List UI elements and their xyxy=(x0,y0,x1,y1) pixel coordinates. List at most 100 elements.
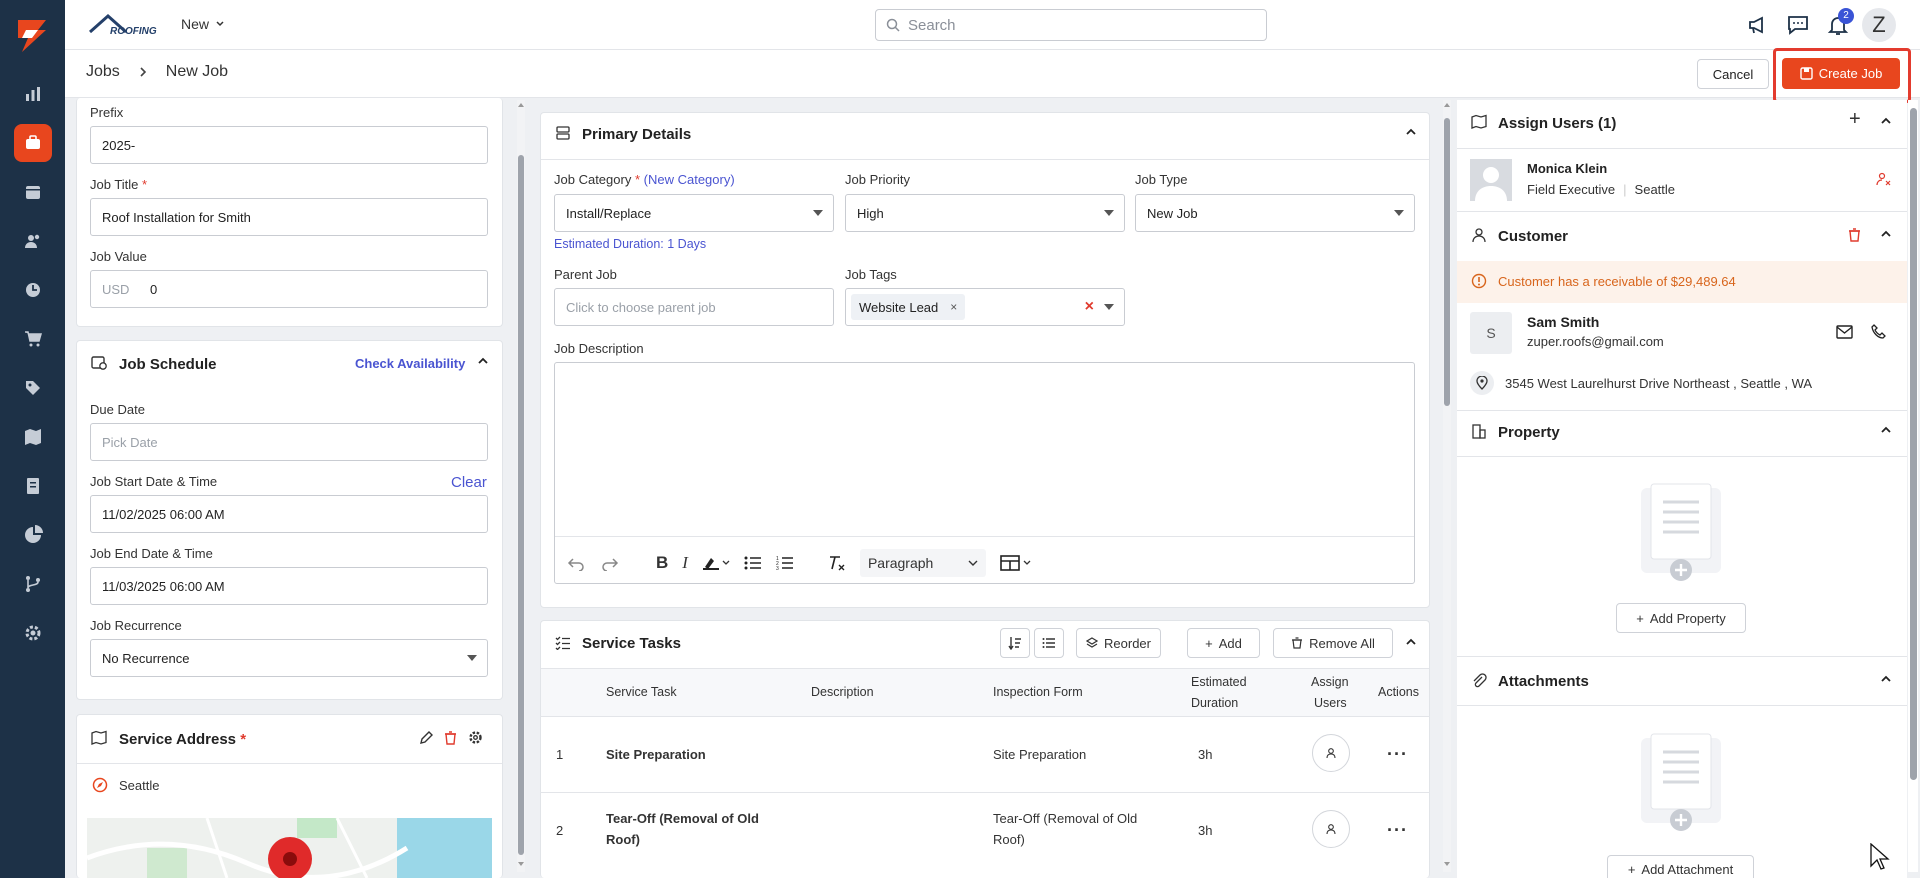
remove-tag-icon[interactable]: × xyxy=(950,300,957,314)
app-logo-icon[interactable] xyxy=(12,16,52,56)
editor-toolbar: B I 123 Paragraph xyxy=(566,549,1034,577)
remove-all-button[interactable]: Remove All xyxy=(1273,628,1393,658)
customer-title: Customer xyxy=(1498,228,1569,245)
bold-icon[interactable]: B xyxy=(656,553,668,573)
nav-invoice-icon[interactable] xyxy=(14,467,52,505)
redo-icon[interactable] xyxy=(600,555,620,571)
scroll-down-icon[interactable] xyxy=(1443,860,1451,868)
prefix-input[interactable]: 2025- xyxy=(90,126,488,164)
job-type-select[interactable]: New Job xyxy=(1135,194,1415,232)
row-inspection-form[interactable]: Tear-Off (Removal of Old xyxy=(993,811,1137,826)
divider xyxy=(1457,656,1907,657)
due-date-input[interactable]: Pick Date xyxy=(90,423,488,461)
highlight-icon[interactable] xyxy=(702,555,730,571)
nav-customers-icon[interactable] xyxy=(14,222,52,260)
scroll-up-icon[interactable] xyxy=(1443,101,1451,109)
table-icon[interactable] xyxy=(1000,555,1034,571)
scroll-up-icon[interactable] xyxy=(517,101,525,109)
scroll-down-icon[interactable] xyxy=(517,860,525,868)
more-actions-icon[interactable]: ··· xyxy=(1387,820,1408,841)
chevron-up-icon[interactable] xyxy=(1405,127,1417,137)
add-user-icon[interactable]: + xyxy=(1849,108,1861,131)
italic-icon[interactable]: I xyxy=(682,553,688,573)
divider xyxy=(1457,148,1907,149)
add-task-button[interactable]: + Add xyxy=(1187,628,1260,658)
mail-icon[interactable] xyxy=(1836,325,1853,339)
left-scrollbar-thumb[interactable] xyxy=(518,155,524,855)
trash-icon[interactable] xyxy=(443,730,458,745)
chevron-up-icon[interactable] xyxy=(477,356,489,366)
nav-settings-icon[interactable] xyxy=(14,614,52,652)
megaphone-icon[interactable] xyxy=(1746,13,1770,37)
customer-name[interactable]: Sam Smith xyxy=(1527,314,1599,330)
start-date-input[interactable]: 11/02/2025 06:00 AM xyxy=(90,495,488,533)
job-tags-select[interactable]: Website Lead × × xyxy=(845,288,1125,326)
nav-tag-icon[interactable] xyxy=(14,369,52,407)
nav-reports-icon[interactable] xyxy=(14,516,52,554)
edit-icon[interactable] xyxy=(419,730,434,745)
numbered-list-icon[interactable]: 123 xyxy=(776,555,794,571)
more-actions-icon[interactable]: ··· xyxy=(1387,744,1408,765)
separator: | xyxy=(1623,182,1627,197)
check-availability-link[interactable]: Check Availability xyxy=(355,356,465,371)
new-category-link[interactable]: (New Category) xyxy=(644,172,735,187)
list-view-icon[interactable] xyxy=(1034,628,1064,658)
add-attachment-button[interactable]: + Add Attachment xyxy=(1607,855,1754,878)
create-job-button[interactable]: Create Job xyxy=(1782,58,1900,89)
trash-icon[interactable] xyxy=(1847,227,1862,242)
chevron-up-icon[interactable] xyxy=(1880,425,1892,435)
nav-jobs-icon[interactable] xyxy=(14,124,52,162)
chat-icon[interactable] xyxy=(1786,13,1810,37)
row-number: 2 xyxy=(556,823,564,838)
chevron-up-icon[interactable] xyxy=(1880,674,1892,684)
row-inspection-form-line2[interactable]: Roof) xyxy=(993,832,1025,847)
clear-format-icon[interactable] xyxy=(828,555,846,571)
parent-job-input[interactable]: Click to choose parent job xyxy=(554,288,834,326)
reorder-button[interactable]: Reorder xyxy=(1076,628,1161,658)
breadcrumb-jobs-link[interactable]: Jobs xyxy=(86,63,120,81)
building-icon xyxy=(1472,424,1486,439)
remove-user-icon[interactable] xyxy=(1876,171,1892,187)
nav-workflow-icon[interactable] xyxy=(14,565,52,603)
job-value-input[interactable]: USD 0 xyxy=(90,270,488,308)
recurrence-select[interactable]: No Recurrence xyxy=(90,639,488,677)
job-category-select[interactable]: Install/Replace xyxy=(554,194,834,232)
nav-calendar-icon[interactable] xyxy=(14,173,52,211)
clear-start-link[interactable]: Clear xyxy=(451,474,487,491)
block-format-select[interactable]: Paragraph xyxy=(859,549,986,577)
nav-map-icon[interactable] xyxy=(14,418,52,456)
nav-timesheet-icon[interactable] xyxy=(14,271,52,309)
table-row[interactable] xyxy=(540,792,1430,878)
undo-icon[interactable] xyxy=(566,555,586,571)
svg-text:3: 3 xyxy=(776,566,779,571)
chevron-up-icon[interactable] xyxy=(1405,637,1417,647)
chevron-down-icon xyxy=(216,21,224,27)
service-tasks-title: Service Tasks xyxy=(582,635,681,652)
clear-tags-icon[interactable]: × xyxy=(1085,298,1094,316)
phone-icon[interactable] xyxy=(1871,324,1887,340)
assign-user-button[interactable] xyxy=(1312,810,1350,848)
search-input[interactable]: Search xyxy=(875,9,1267,41)
add-property-button[interactable]: + Add Property xyxy=(1616,603,1746,633)
user-avatar[interactable]: Z xyxy=(1862,8,1896,42)
sort-icon[interactable] xyxy=(1000,628,1030,658)
trash-icon xyxy=(1292,637,1303,649)
chevron-up-icon[interactable] xyxy=(1880,229,1892,239)
nav-dashboard-icon[interactable] xyxy=(14,75,52,113)
end-date-input[interactable]: 11/03/2025 06:00 AM xyxy=(90,567,488,605)
service-map[interactable] xyxy=(87,818,492,878)
main-scrollbar-thumb[interactable] xyxy=(1444,118,1450,406)
new-menu[interactable]: New xyxy=(181,16,225,32)
right-scrollbar-thumb[interactable] xyxy=(1910,108,1917,780)
brand-logo[interactable]: ROOFING xyxy=(88,12,160,37)
cancel-button[interactable]: Cancel xyxy=(1697,59,1769,89)
calendar-clock-icon xyxy=(91,356,107,370)
row-inspection-form[interactable]: Site Preparation xyxy=(993,747,1086,762)
gear-icon[interactable] xyxy=(468,730,483,745)
job-priority-select[interactable]: High xyxy=(845,194,1125,232)
nav-cart-icon[interactable] xyxy=(14,320,52,358)
chevron-up-icon[interactable] xyxy=(1880,116,1892,126)
bullet-list-icon[interactable] xyxy=(744,555,762,571)
assign-user-button[interactable] xyxy=(1312,734,1350,772)
job-title-input[interactable]: Roof Installation for Smith xyxy=(90,198,488,236)
